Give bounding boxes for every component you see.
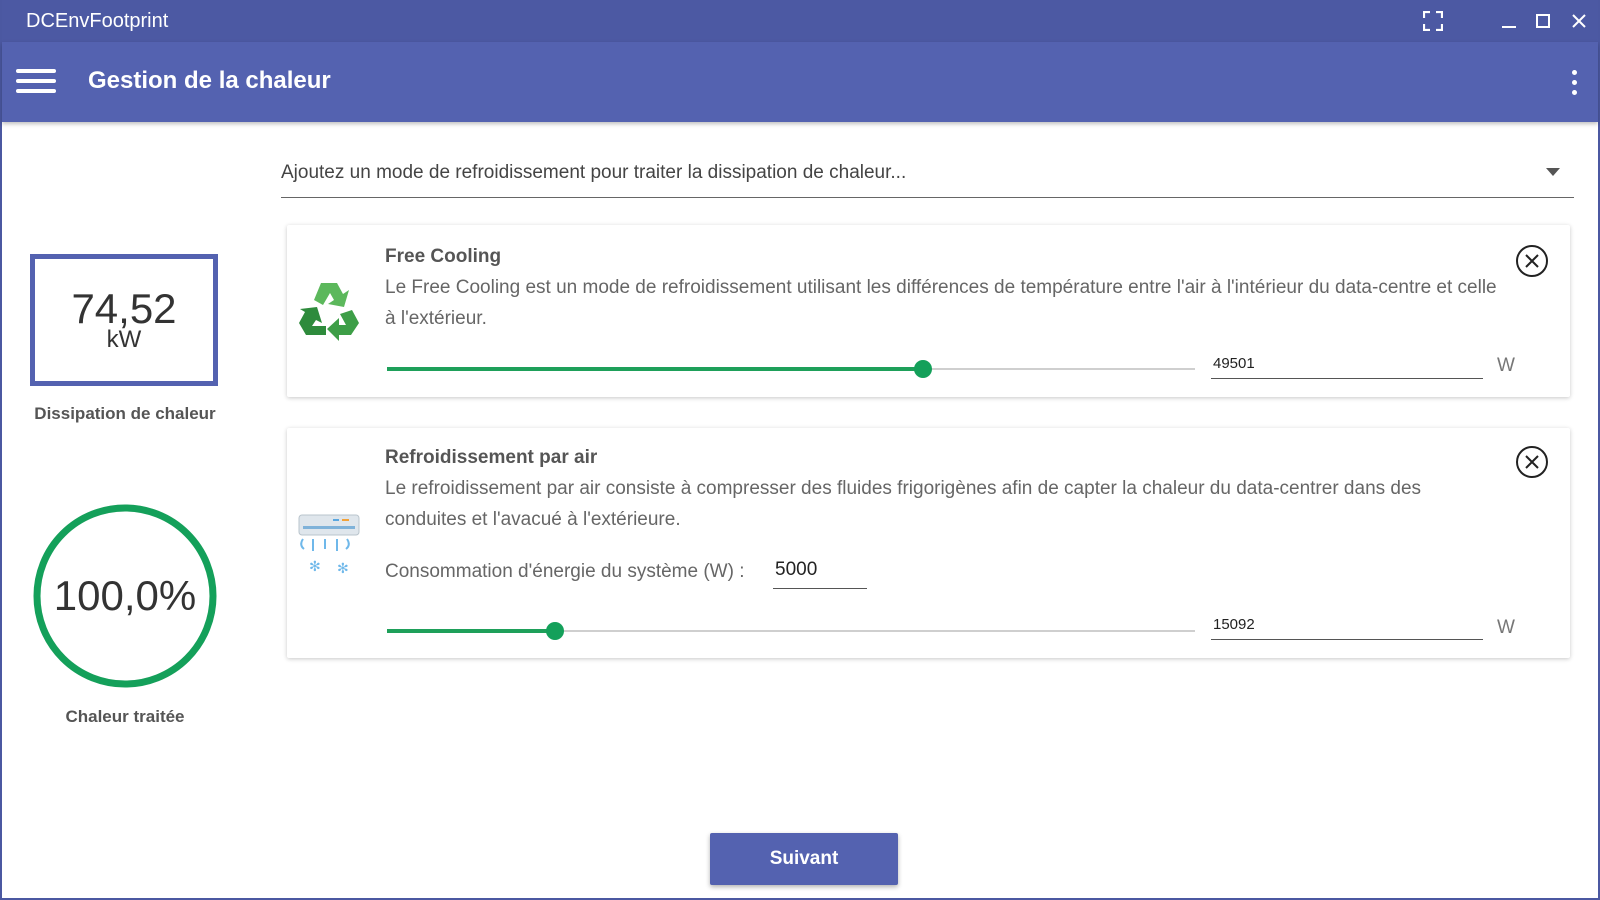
cooling-card-free-cooling: Free Cooling Le Free Cooling est un mode… xyxy=(287,225,1570,397)
heat-dissipation-value: 74,52 xyxy=(71,285,177,332)
more-options-icon[interactable] xyxy=(1570,70,1578,96)
remove-card-button[interactable] xyxy=(1516,245,1548,277)
heat-dissipation-label: Dissipation de chaleur xyxy=(34,404,216,423)
air-conditioner-icon: ✻ ✻ xyxy=(297,513,361,577)
heat-treated-value: 100,0% xyxy=(53,572,197,619)
window-title: DCEnvFootprint xyxy=(26,9,169,32)
app-window: DCEnvFootprint Gestion de la chaleur 74,… xyxy=(0,0,1600,900)
cooling-slider[interactable] xyxy=(387,359,1195,379)
heat-dissipation-unit: kW xyxy=(106,326,142,353)
cooling-slider[interactable] xyxy=(387,621,1195,641)
cooling-mode-select[interactable]: Ajoutez un mode de refroidissement pour … xyxy=(281,150,1574,198)
cooling-value-input[interactable]: 49501 xyxy=(1211,347,1483,379)
svg-text:✻: ✻ xyxy=(309,559,321,575)
next-button[interactable]: Suivant xyxy=(710,833,898,885)
title-bar: DCEnvFootprint xyxy=(2,0,1598,42)
cooling-mode-placeholder: Ajoutez un mode de refroidissement pour … xyxy=(281,162,907,183)
card-description: Le refroidissement par air consiste à co… xyxy=(385,478,1422,530)
fullscreen-icon[interactable] xyxy=(1420,8,1446,34)
close-window-icon[interactable] xyxy=(1566,8,1592,34)
slider-fill xyxy=(387,367,923,371)
cooling-card-air-cooling: ✻ ✻ Refroidissement par air Le refroidis… xyxy=(287,428,1570,658)
unit-label: W xyxy=(1497,617,1515,638)
close-icon xyxy=(1525,455,1539,469)
close-icon xyxy=(1525,254,1539,268)
dropdown-arrow-icon[interactable] xyxy=(1546,168,1560,176)
page-title: Gestion de la chaleur xyxy=(88,67,331,94)
slider-fill xyxy=(387,629,556,633)
energy-consumption-label: Consommation d'énergie du système (W) : xyxy=(385,561,745,582)
menu-icon[interactable] xyxy=(16,69,58,95)
maximize-icon[interactable] xyxy=(1530,8,1556,34)
card-description: Le Free Cooling est un mode de refroidis… xyxy=(385,277,1497,329)
energy-consumption-input[interactable]: 5000 xyxy=(773,555,867,589)
heat-dissipation-card: 74,52 kW xyxy=(30,254,218,386)
remove-card-button[interactable] xyxy=(1516,446,1548,478)
slider-thumb[interactable] xyxy=(913,360,932,378)
recycle-icon xyxy=(297,277,361,341)
svg-text:✻: ✻ xyxy=(337,561,349,577)
unit-label: W xyxy=(1497,355,1515,376)
slider-thumb[interactable] xyxy=(546,622,565,640)
cooling-value-input[interactable]: 15092 xyxy=(1211,608,1483,640)
app-bar: Gestion de la chaleur xyxy=(2,42,1598,122)
heat-treated-label: Chaleur traitée xyxy=(65,707,185,726)
card-title: Refroidissement par air xyxy=(385,447,598,468)
minimize-icon[interactable] xyxy=(1496,8,1522,34)
card-title: Free Cooling xyxy=(385,246,502,267)
